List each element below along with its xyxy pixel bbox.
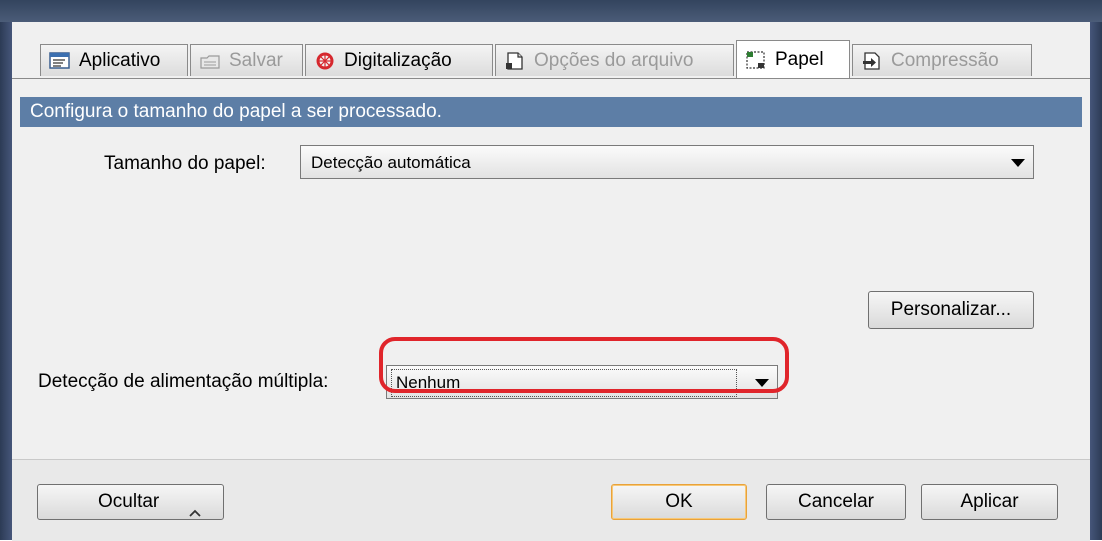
ok-button[interactable]: OK	[611, 484, 747, 520]
application-icon	[49, 51, 71, 71]
paper-icon	[745, 50, 767, 70]
tab-label: Papel	[775, 48, 824, 70]
tab-strip: Aplicativo Salvar Digitalização Opções d…	[12, 22, 1090, 78]
multifeed-label: Detecção de alimentação múltipla:	[38, 371, 329, 392]
window-frame-left	[0, 22, 12, 540]
paper-size-value: Detecção automática	[311, 153, 471, 172]
tab-label: Opções do arquivo	[534, 49, 694, 71]
tab-label: Salvar	[229, 49, 283, 71]
window-frame-right	[1090, 22, 1102, 540]
hide-button[interactable]: Ocultar	[37, 484, 224, 520]
tab-label: Aplicativo	[79, 49, 161, 71]
save-folder-icon	[199, 51, 221, 71]
panel-description: Configura o tamanho do papel a ser proce…	[20, 97, 1082, 127]
window-title-bar	[0, 0, 1102, 22]
customize-button[interactable]: Personalizar...	[868, 291, 1034, 329]
tab-aplicativo[interactable]: Aplicativo	[40, 44, 188, 76]
tab-label: Digitalização	[344, 49, 452, 71]
tab-papel[interactable]: Papel	[736, 40, 850, 78]
tab-label: Compressão	[891, 49, 999, 71]
cancel-button[interactable]: Cancelar	[766, 484, 906, 520]
scan-icon	[314, 51, 336, 71]
chevron-down-icon	[1011, 159, 1025, 167]
highlight-callout	[379, 337, 789, 393]
dialog-footer: Ocultar OK Cancelar Aplicar	[12, 459, 1090, 541]
paper-size-label: Tamanho do papel:	[104, 153, 266, 174]
apply-button[interactable]: Aplicar	[921, 484, 1058, 520]
tab-opcoes-do-arquivo[interactable]: Opções do arquivo	[495, 44, 734, 76]
file-options-icon	[504, 51, 526, 71]
tab-salvar[interactable]: Salvar	[190, 44, 303, 76]
tab-digitalizacao[interactable]: Digitalização	[305, 44, 493, 76]
tab-compressao[interactable]: Compressão	[852, 44, 1032, 76]
chevron-up-icon	[188, 496, 202, 530]
hide-button-label: Ocultar	[98, 491, 160, 512]
compression-icon	[861, 51, 883, 71]
paper-size-select[interactable]: Detecção automática	[300, 145, 1034, 179]
tab-panel-papel: Configura o tamanho do papel a ser proce…	[12, 78, 1090, 460]
scan-settings-dialog: Aplicativo Salvar Digitalização Opções d…	[12, 22, 1090, 541]
